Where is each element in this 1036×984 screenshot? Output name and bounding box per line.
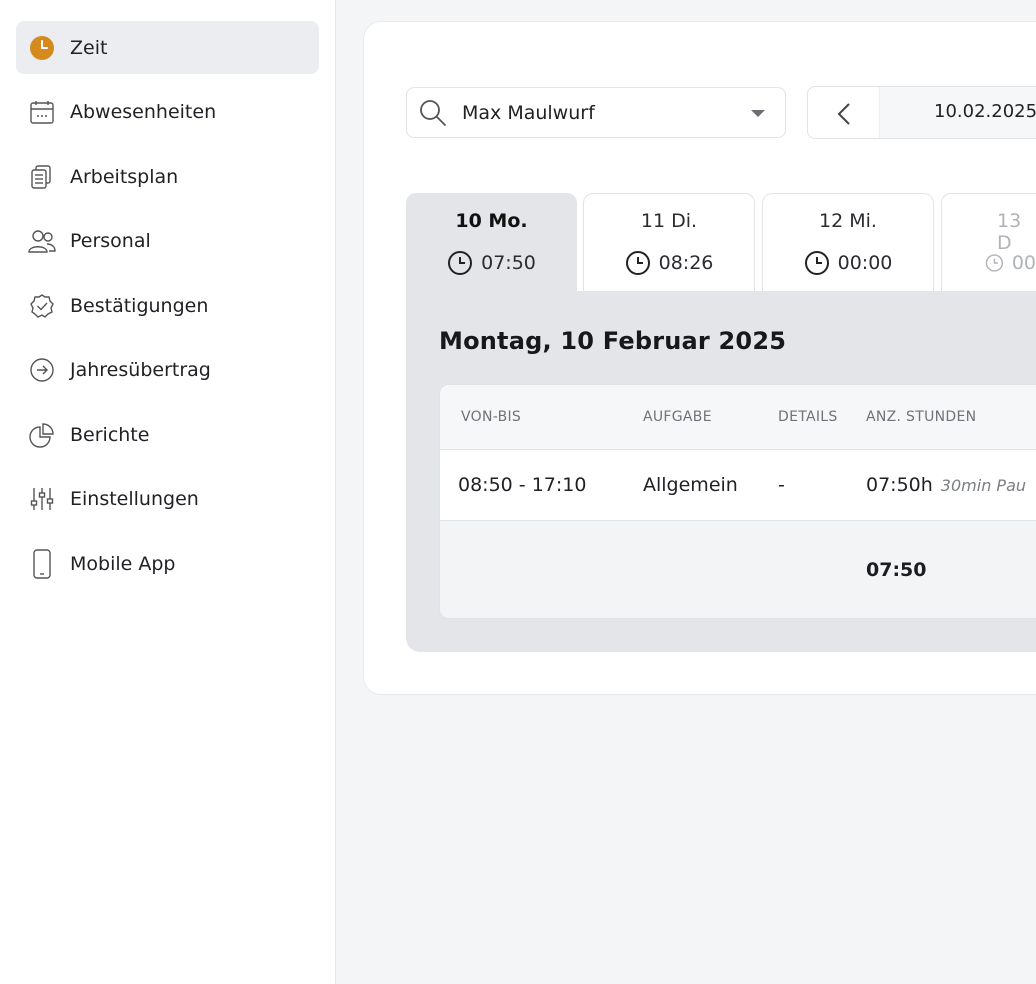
day-tab-hours: 00:00 bbox=[763, 250, 933, 276]
arrow-circle-right-icon bbox=[27, 355, 57, 385]
entry-break-note: 30min Pau bbox=[940, 476, 1027, 495]
date-picker[interactable]: 10.02.2025 bbox=[807, 86, 1036, 139]
sidebar-item-label: Mobile App bbox=[70, 552, 176, 575]
chevron-left-icon bbox=[837, 102, 850, 125]
day-tab-time: 00 bbox=[1011, 252, 1036, 274]
previous-week-button[interactable] bbox=[808, 87, 880, 138]
sidebar-item-abwesenheiten[interactable]: Abwesenheiten bbox=[16, 85, 319, 138]
day-tab-hours: 08:26 bbox=[584, 250, 754, 276]
clipboard-icon bbox=[27, 162, 57, 192]
clock-icon bbox=[985, 254, 1004, 272]
day-tab-1[interactable]: 11 Di. 08:26 bbox=[583, 193, 755, 293]
entry-range: 08:50 - 17:10 bbox=[458, 474, 587, 496]
badge-check-icon bbox=[27, 291, 57, 321]
day-tab-label: 11 Di. bbox=[640, 210, 698, 232]
column-header-von-bis: VON-BIS bbox=[461, 409, 522, 425]
day-tab-time: 07:50 bbox=[481, 252, 536, 274]
day-tab-hours: 00 bbox=[942, 250, 1036, 276]
sidebar-item-label: Jahresübertrag bbox=[70, 358, 211, 381]
day-tab-2[interactable]: 12 Mi. 00:00 bbox=[762, 193, 934, 293]
smartphone-icon bbox=[27, 548, 57, 579]
sidebar-item-bestaetigungen[interactable]: Bestätigungen bbox=[16, 279, 319, 332]
day-tab-label: 13 D bbox=[997, 210, 1022, 254]
day-tab-time: 08:26 bbox=[658, 252, 714, 274]
sidebar: Zeit Abwesenheiten Arbeitsplan Personal … bbox=[0, 0, 336, 984]
sidebar-item-label: Abwesenheiten bbox=[70, 100, 217, 123]
entry-details: - bbox=[778, 474, 785, 496]
column-header-aufgabe: AUFGABE bbox=[643, 409, 712, 425]
table-row[interactable]: 08:50 - 17:10 Allgemein - 07:50h 30min Pa… bbox=[440, 450, 1036, 521]
sidebar-item-mobile-app[interactable]: Mobile App bbox=[16, 537, 319, 590]
total-hours: 07:50 bbox=[866, 559, 927, 581]
day-tab-time: 00:00 bbox=[837, 252, 893, 274]
day-tab-label: 10 Mo. bbox=[455, 210, 528, 232]
employee-select[interactable]: Max Maulwurf bbox=[406, 87, 786, 138]
pie-chart-icon bbox=[27, 420, 57, 450]
sidebar-item-label: Berichte bbox=[70, 423, 150, 446]
entry-hours-cell: 07:50h 30min Pau bbox=[866, 474, 1026, 496]
sidebar-item-label: Arbeitsplan bbox=[70, 165, 179, 188]
users-icon bbox=[27, 226, 57, 256]
sidebar-item-label: Zeit bbox=[70, 36, 108, 59]
column-header-details: DETAILS bbox=[778, 409, 838, 425]
time-entries-table: VON-BIS AUFGABE DETAILS ANZ. STUNDEN 08:… bbox=[439, 384, 1036, 619]
day-tab-3[interactable]: 13 D 00 bbox=[941, 193, 1036, 293]
entry-hours: 07:50h bbox=[866, 474, 933, 496]
sidebar-item-label: Bestätigungen bbox=[70, 294, 209, 317]
sidebar-item-arbeitsplan[interactable]: Arbeitsplan bbox=[16, 150, 319, 203]
table-header: VON-BIS AUFGABE DETAILS ANZ. STUNDEN bbox=[440, 385, 1036, 450]
day-tab-0[interactable]: 10 Mo. 07:50 bbox=[406, 193, 577, 293]
clock-icon bbox=[625, 251, 650, 275]
sidebar-item-berichte[interactable]: Berichte bbox=[16, 408, 319, 461]
sidebar-item-jahresuebertrag[interactable]: Jahresübertrag bbox=[16, 343, 319, 396]
sidebar-item-label: Einstellungen bbox=[70, 487, 199, 510]
day-panel-title: Montag, 10 Februar 2025 bbox=[439, 327, 787, 355]
entry-task: Allgemein bbox=[643, 474, 738, 496]
clock-icon bbox=[804, 251, 829, 275]
clock-icon bbox=[448, 251, 473, 275]
sliders-icon bbox=[27, 484, 57, 514]
sidebar-item-einstellungen[interactable]: Einstellungen bbox=[16, 472, 319, 525]
sidebar-item-zeit[interactable]: Zeit bbox=[16, 21, 319, 74]
employee-select-value: Max Maulwurf bbox=[462, 101, 595, 124]
clock-icon bbox=[27, 33, 57, 63]
search-icon bbox=[419, 99, 447, 131]
chevron-down-icon[interactable] bbox=[751, 110, 765, 117]
column-header-stunden: ANZ. STUNDEN bbox=[866, 409, 977, 425]
day-tab-hours: 07:50 bbox=[407, 250, 576, 276]
table-footer: 07:50 bbox=[440, 521, 1036, 618]
sidebar-item-label: Personal bbox=[70, 229, 151, 252]
sidebar-item-personal[interactable]: Personal bbox=[16, 214, 319, 267]
calendar-icon bbox=[27, 97, 57, 127]
date-field[interactable]: 10.02.2025 bbox=[934, 101, 1036, 122]
day-tab-label: 12 Mi. bbox=[819, 210, 877, 232]
